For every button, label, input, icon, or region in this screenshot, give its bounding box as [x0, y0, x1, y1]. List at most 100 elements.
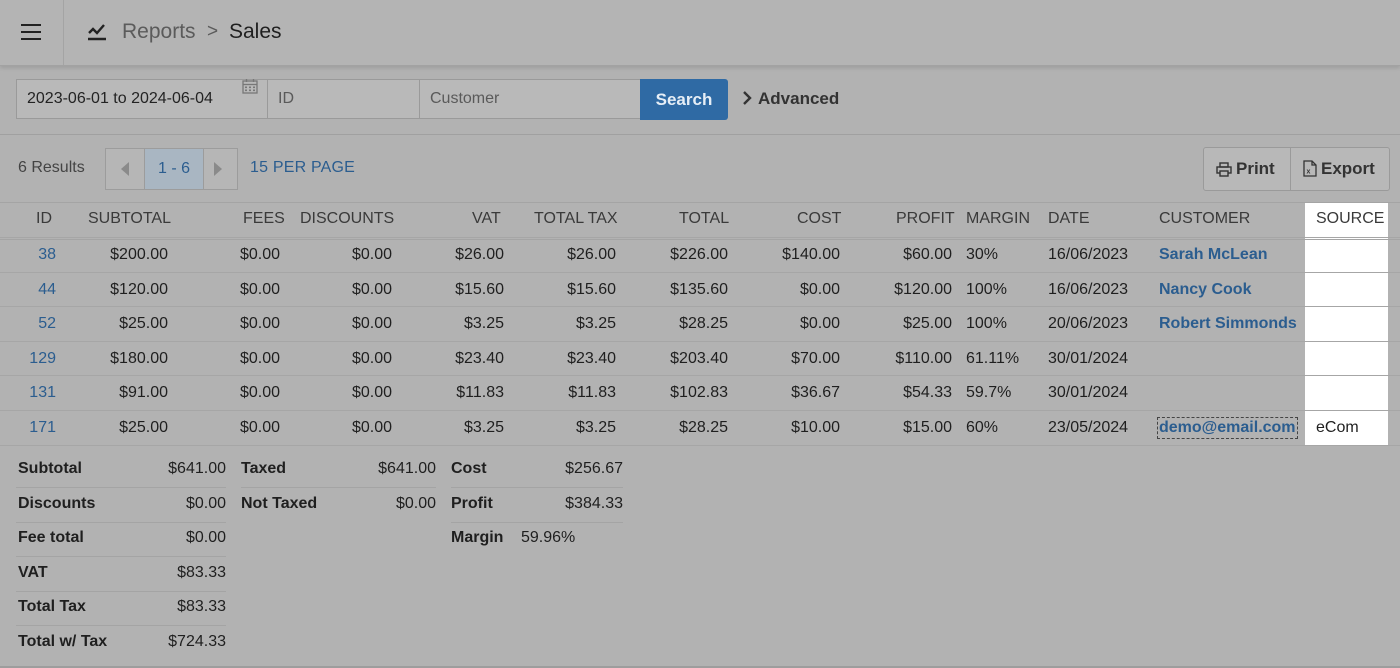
- cell-id[interactable]: 131: [29, 384, 56, 402]
- cell-vat: $3.25: [463, 419, 504, 436]
- cell-discounts: $0.00: [351, 384, 392, 402]
- col-header-cost[interactable]: COST: [797, 210, 841, 228]
- cell-customer[interactable]: Nancy Cook: [1159, 281, 1251, 299]
- col-header-fees[interactable]: FEES: [243, 210, 285, 228]
- cell-total-tax: $3.25: [575, 315, 616, 333]
- cell-date: 16/06/2023: [1048, 280, 1129, 298]
- page-range[interactable]: 1 - 6: [144, 149, 204, 189]
- cell-customer[interactable]: Robert Simmonds: [1159, 315, 1297, 333]
- search-button[interactable]: Search: [640, 79, 728, 120]
- row-divider: [0, 340, 1400, 342]
- cell-customer[interactable]: Sarah McLean: [1159, 246, 1267, 264]
- cell-total-tax: $26.00: [567, 246, 616, 263]
- col-header-subtotal[interactable]: SUBTOTAL: [88, 210, 171, 228]
- col-header-id[interactable]: ID: [36, 210, 52, 228]
- cell-profit: $25.00: [903, 315, 952, 333]
- cell-id[interactable]: 171: [29, 419, 56, 437]
- advanced-toggle[interactable]: Advanced: [742, 89, 839, 109]
- summary-label: VAT: [18, 563, 48, 581]
- cell-subtotal: $200.00: [110, 246, 168, 263]
- summary-value: $0.00: [185, 494, 226, 512]
- cell-date: 20/06/2023: [1048, 315, 1129, 333]
- next-page-button[interactable]: [199, 149, 237, 189]
- chevron-right-icon: [743, 91, 752, 105]
- col-header-customer[interactable]: CUSTOMER: [1159, 210, 1250, 228]
- cell-subtotal: $25.00: [119, 315, 168, 333]
- cell-margin: 59.7%: [966, 384, 1012, 402]
- summary-label: Total Tax: [18, 598, 86, 616]
- summary-value: $0.00: [395, 494, 436, 512]
- cell-fees: $0.00: [239, 246, 280, 263]
- printer-icon: [1216, 162, 1232, 177]
- cell-discounts: $0.00: [351, 280, 392, 298]
- print-label: Print: [1236, 159, 1275, 178]
- summary-divider: [16, 625, 226, 627]
- summary-divider: [241, 487, 436, 488]
- cell-discounts: $0.00: [351, 315, 392, 333]
- cell-margin: 100%: [966, 315, 1007, 333]
- summary-label: Fee total: [18, 529, 84, 547]
- cell-total-tax: $3.25: [575, 419, 616, 436]
- cell-margin: 61.11%: [966, 349, 1020, 367]
- cell-discounts: $0.00: [351, 246, 392, 263]
- cell-subtotal: $180.00: [110, 349, 168, 367]
- advanced-label: Advanced: [758, 89, 840, 108]
- breadcrumb-separator: >: [207, 21, 219, 42]
- row-divider: [0, 444, 1400, 446]
- caret-left-icon: [121, 162, 129, 176]
- cell-cost: $70.00: [791, 349, 840, 367]
- cell-subtotal: $120.00: [110, 280, 168, 298]
- cell-vat: $11.83: [456, 384, 504, 402]
- cell-cost: $0.00: [799, 280, 840, 298]
- col-header-total-tax[interactable]: TOTAL TAX: [534, 210, 618, 228]
- print-button[interactable]: Print: [1203, 147, 1292, 191]
- export-label: Export: [1321, 159, 1375, 178]
- breadcrumb-reports[interactable]: Reports: [122, 20, 196, 44]
- summary-label: Total w/ Tax: [18, 633, 108, 650]
- customer-input[interactable]: Customer: [419, 79, 641, 119]
- summary-divider: [16, 521, 226, 523]
- summary-label: Not Taxed: [241, 494, 318, 512]
- row-divider: [0, 306, 1400, 308]
- reports-chart-icon: [88, 24, 106, 41]
- row-divider: [0, 375, 1400, 377]
- summary-value: $83.33: [177, 598, 226, 616]
- cell-total: $28.25: [679, 419, 728, 436]
- cell-profit: $15.00: [903, 419, 952, 436]
- summary-value: $83.33: [177, 563, 226, 581]
- summary-value: $641.00: [168, 460, 226, 477]
- col-header-date[interactable]: DATE: [1048, 210, 1089, 228]
- cell-profit: $54.33: [903, 384, 952, 402]
- cell-fees: $0.00: [239, 384, 280, 402]
- cell-profit: $120.00: [894, 280, 952, 298]
- col-header-margin[interactable]: MARGIN: [966, 210, 1030, 228]
- summary-label: Margin: [451, 529, 504, 547]
- cell-date: 16/06/2023: [1048, 246, 1129, 263]
- cell-total: $226.00: [670, 246, 728, 263]
- row-divider: [0, 271, 1400, 273]
- cell-fees: $0.00: [239, 315, 280, 333]
- id-input[interactable]: ID: [267, 79, 420, 119]
- calendar-icon[interactable]: [242, 78, 258, 94]
- cell-source: eCom: [1316, 419, 1359, 436]
- prev-page-button[interactable]: [106, 149, 144, 189]
- cell-id[interactable]: 52: [38, 315, 56, 333]
- col-header-total[interactable]: TOTAL: [679, 210, 729, 228]
- cell-id[interactable]: 44: [38, 281, 56, 299]
- col-header-profit[interactable]: PROFIT: [896, 210, 955, 228]
- hamburger-menu-button[interactable]: [0, 0, 64, 65]
- cell-profit: $60.00: [903, 246, 952, 263]
- per-page-selector[interactable]: 15 PER PAGE: [250, 159, 355, 177]
- col-header-discounts[interactable]: DISCOUNTS: [300, 210, 394, 228]
- cell-id[interactable]: 38: [38, 246, 56, 264]
- cell-id[interactable]: 129: [29, 350, 56, 368]
- svg-text:x: x: [1307, 169, 1311, 176]
- date-range-input[interactable]: 2023-06-01 to 2024-06-04: [16, 79, 268, 119]
- top-bar: Reports > Sales: [0, 0, 1400, 66]
- cell-subtotal: $91.00: [119, 384, 168, 402]
- col-header-vat[interactable]: VAT: [472, 210, 501, 228]
- cell-customer[interactable]: demo@email.com: [1157, 417, 1298, 439]
- col-header-source[interactable]: SOURCE: [1316, 210, 1384, 228]
- cell-cost: $0.00: [799, 315, 840, 333]
- export-button[interactable]: x Export: [1290, 147, 1390, 191]
